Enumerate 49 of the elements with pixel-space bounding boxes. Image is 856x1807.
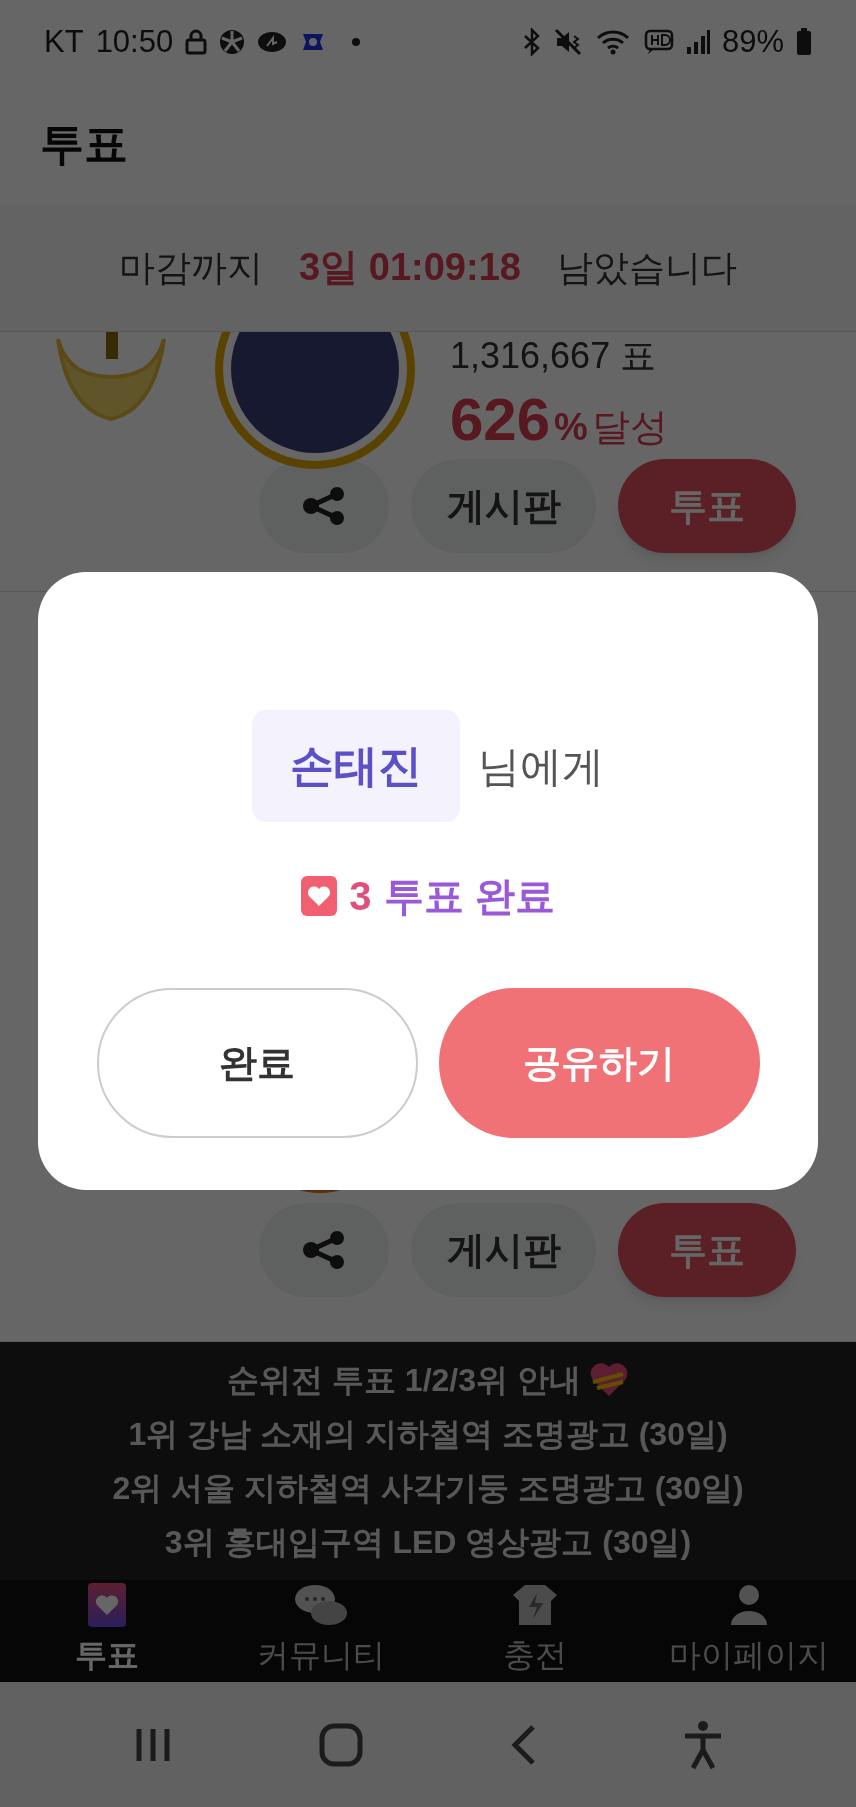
nav-tab[interactable]: 커뮤니티 <box>214 1580 428 1682</box>
achievement-label: 달성 <box>591 405 668 450</box>
nav-tab[interactable]: 마이페이지 <box>642 1580 856 1682</box>
chat-icon <box>257 30 288 54</box>
vote-button[interactable]: 투표 <box>618 459 796 553</box>
vote-count: 3 <box>349 873 372 920</box>
vote-count: 1,316,667 표 <box>450 334 658 378</box>
recipient-name: 손태진 <box>252 710 460 822</box>
carrier-label: KT <box>44 22 84 61</box>
page-title: 투표 <box>40 118 128 170</box>
back-icon <box>509 1722 537 1767</box>
percent-sign: % <box>554 405 588 450</box>
heart-icon <box>588 1362 629 1398</box>
status-time: 10:50 <box>95 22 174 61</box>
done-button[interactable]: 완료 <box>96 988 418 1138</box>
accessibility-icon <box>683 1719 723 1770</box>
shirt-bolt-icon <box>511 1583 559 1627</box>
countdown-prefix: 마감까지 <box>119 245 264 290</box>
share-button[interactable]: 공유하기 <box>438 988 760 1138</box>
achievement-percent: 626 <box>450 385 551 455</box>
banner-line: 3위 홍대입구역 LED 영상광고 (30일) <box>164 1523 692 1562</box>
countdown-suffix: 남았습니다 <box>556 245 737 290</box>
recipient-suffix: 님에게 <box>478 741 604 792</box>
vote-button[interactable]: 투표 <box>618 1203 796 1297</box>
battery-icon <box>796 28 812 56</box>
banner-title: 순위전 투표 1/2/3위 안내 <box>227 1361 581 1400</box>
nav-tab[interactable]: 투표 <box>0 1580 214 1682</box>
heart-card-icon <box>88 1583 126 1627</box>
lock-icon <box>185 29 208 55</box>
fan-icon <box>219 29 246 55</box>
person-icon <box>729 1583 769 1627</box>
board-button[interactable]: 게시판 <box>411 1203 596 1297</box>
battery-percent: 89% <box>721 22 784 61</box>
share-icon <box>301 1230 347 1270</box>
banner-line: 1위 강남 소재의 지하철역 조명광고 (30일) <box>128 1415 728 1454</box>
home-icon <box>319 1722 363 1767</box>
vote-complete-label: 투표 완료 <box>383 873 555 920</box>
board-button[interactable]: 게시판 <box>411 459 596 553</box>
chat-bubbles-icon <box>293 1583 349 1627</box>
banner-line: 2위 서울 지하철역 사각기둥 조명광고 (30일) <box>112 1469 744 1508</box>
mute-icon <box>553 28 584 56</box>
share-icon <box>301 486 347 526</box>
hd-voice-icon <box>643 29 674 55</box>
signal-icon <box>685 29 710 55</box>
heart-card-icon <box>301 876 338 916</box>
wifi-icon <box>595 28 632 56</box>
dot-icon <box>351 37 362 47</box>
nav-tab[interactable]: 충전 <box>428 1580 642 1682</box>
countdown-timer: 3일 01:09:18 <box>299 245 521 290</box>
